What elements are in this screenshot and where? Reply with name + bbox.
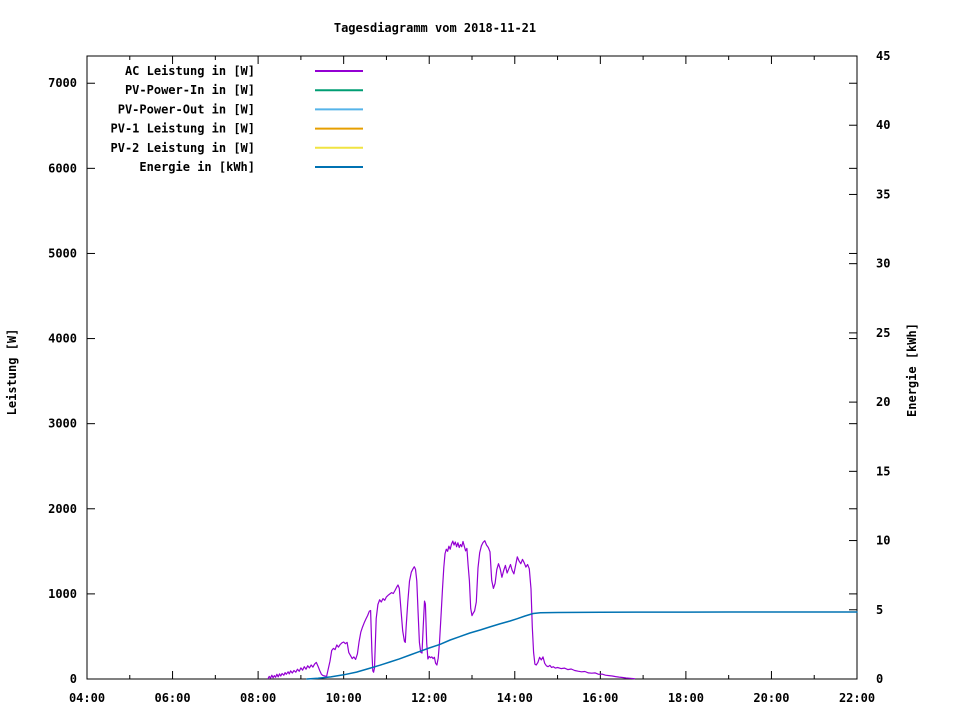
legend-item-label: PV-1 Leistung in [W] <box>111 122 256 136</box>
y1-tick-label: 2000 <box>48 502 77 516</box>
y2-axis-label: Energie [kWh] <box>905 323 919 417</box>
y1-tick-label: 7000 <box>48 76 77 90</box>
y1-tick-label: 4000 <box>48 332 77 346</box>
legend-item-label: PV-Power-In in [W] <box>125 83 255 97</box>
plot-generated-content: 04:00 06:00 08:00 10:00 12:00 14:00 16:00 18:00… <box>48 49 890 705</box>
y1-tick-label: 5000 <box>48 246 77 260</box>
y2-tick-label: 40 <box>876 118 890 132</box>
y1-axis-label: Leistung [W] <box>5 329 19 416</box>
x-tick-label: 06:00 <box>154 691 190 705</box>
chart-page: Tagesdiagramm vom 2018-11-21 Leistung [W… <box>0 0 960 720</box>
x-tick-label: 08:00 <box>240 691 276 705</box>
series-line-ac-leistung-in-w- <box>267 540 636 680</box>
y2-tick-label: 25 <box>876 326 890 340</box>
x-tick-label: 20:00 <box>753 691 789 705</box>
legend-item-label: PV-2 Leistung in [W] <box>111 141 256 155</box>
y1-tick-label: 1000 <box>48 587 77 601</box>
legend-item-label: Energie in [kWh] <box>139 160 255 174</box>
y2-tick-label: 20 <box>876 395 890 409</box>
x-tick-label: 04:00 <box>69 691 105 705</box>
legend-item-label: AC Leistung in [W] <box>125 64 255 78</box>
x-tick-label: 14:00 <box>497 691 533 705</box>
y2-tick-label: 35 <box>876 187 890 201</box>
y2-tick-label: 15 <box>876 464 890 478</box>
tagesdiagramm-chart: Tagesdiagramm vom 2018-11-21 Leistung [W… <box>5 21 919 705</box>
y1-tick-label: 3000 <box>48 417 77 431</box>
x-tick-label: 10:00 <box>326 691 362 705</box>
y1-tick-label: 6000 <box>48 161 77 175</box>
x-tick-label: 22:00 <box>839 691 875 705</box>
y2-tick-label: 5 <box>876 603 883 617</box>
x-tick-label: 18:00 <box>668 691 704 705</box>
y2-tick-label: 0 <box>876 672 883 686</box>
x-tick-label: 16:00 <box>582 691 618 705</box>
x-tick-label: 12:00 <box>411 691 447 705</box>
y2-tick-label: 10 <box>876 534 890 548</box>
chart-title: Tagesdiagramm vom 2018-11-21 <box>334 21 536 35</box>
series-line-energie-in-kwh- <box>306 611 858 680</box>
y2-tick-label: 45 <box>876 49 890 63</box>
y1-tick-label: 0 <box>70 672 77 686</box>
legend-item-label: PV-Power-Out in [W] <box>118 102 255 116</box>
y2-tick-label: 30 <box>876 257 890 271</box>
